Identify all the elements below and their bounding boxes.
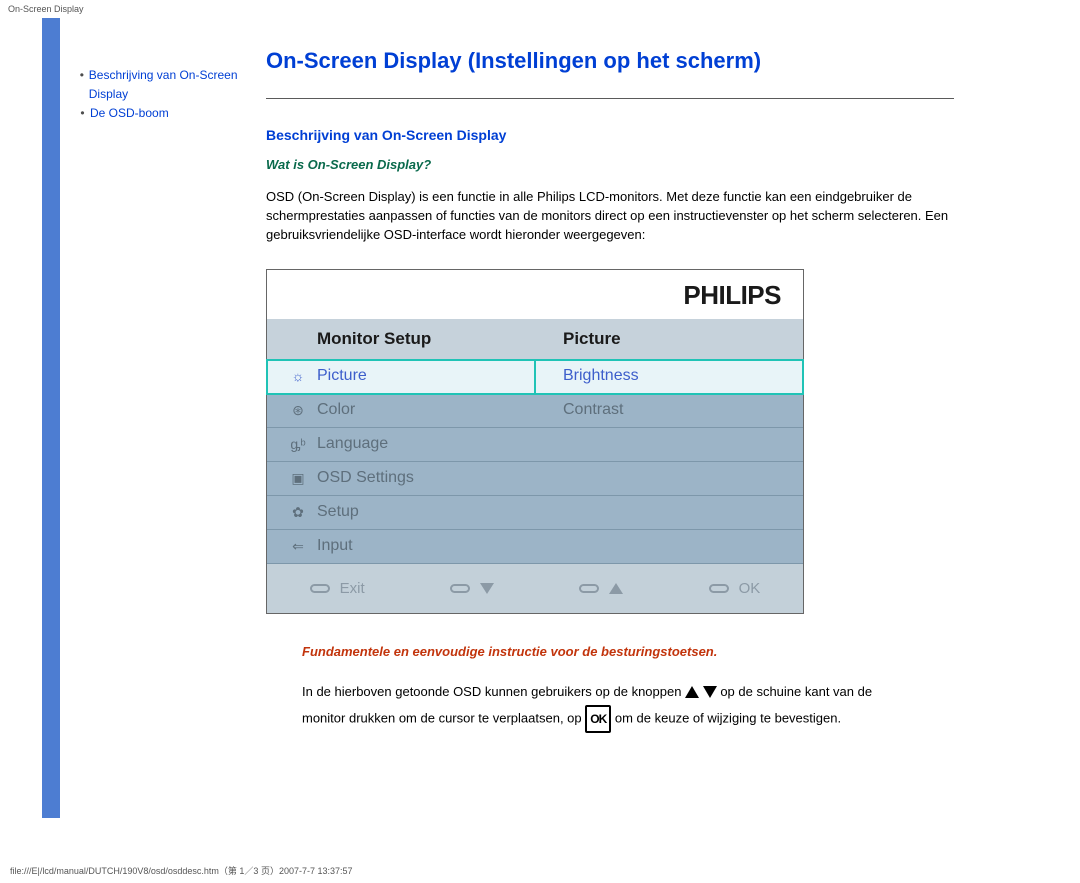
osd-sub-contrast[interactable]: Contrast [535, 394, 803, 428]
osd-menu-label: Input [317, 537, 353, 555]
osd-menu-setup[interactable]: ✿ Setup [267, 496, 535, 530]
osd-menu-label: Language [317, 435, 388, 453]
page-header-text: On-Screen Display [0, 0, 1080, 18]
divider [266, 98, 954, 99]
paragraph-1: OSD (On-Screen Display) is een functie i… [266, 188, 954, 245]
brightness-icon: ☼ [285, 368, 311, 384]
osd-left-column: Monitor Setup ☼ Picture ⊛ Color ᶃᵇ Langu… [267, 319, 535, 564]
instruction-line: Fundamentele en eenvoudige instructie vo… [302, 644, 954, 659]
osd-brand-bar: PHILIPS [267, 270, 803, 319]
philips-logo: PHILIPS [683, 280, 781, 310]
osd-footer: Exit OK [267, 564, 803, 613]
osd-menu-label: OSD Settings [317, 469, 414, 487]
triangle-up-icon [609, 583, 623, 594]
osd-menu-picture[interactable]: ☼ Picture [267, 360, 535, 394]
osd-sub-empty [535, 496, 803, 530]
osd-footer-down[interactable] [450, 583, 494, 594]
content: On-Screen Display (Instellingen op het s… [254, 18, 1014, 818]
main-wrap: • Beschrijving van On-Screen Display • D… [0, 18, 1080, 858]
osd-menu-input[interactable]: ⇐ Input [267, 530, 535, 564]
osd-menu-label: Setup [317, 503, 359, 521]
osd-menu-osdsettings[interactable]: ▣ OSD Settings [267, 462, 535, 496]
osd-footer-exit-label: Exit [340, 580, 365, 597]
language-icon: ᶃᵇ [285, 436, 311, 452]
color-icon: ⊛ [285, 402, 311, 419]
osd-menu-language[interactable]: ᶃᵇ Language [267, 428, 535, 462]
sidebar-item-osdtree[interactable]: • De OSD-boom [78, 104, 254, 123]
para2-part1: In de hierboven getoonde OSD kunnen gebr… [302, 684, 685, 699]
osd-sub-empty [535, 428, 803, 462]
pill-icon [579, 584, 599, 593]
section-heading: Beschrijving van On-Screen Display [266, 127, 954, 143]
ok-button-icon: OK [585, 705, 611, 733]
triangle-down-icon [703, 686, 717, 698]
osd-right-column: Picture Brightness Contrast [535, 319, 803, 564]
pill-icon [709, 584, 729, 593]
sidebar-link-osdtree[interactable]: De OSD-boom [90, 104, 169, 123]
osd-sub-empty [535, 462, 803, 496]
sidebar-item-description[interactable]: • Beschrijving van On-Screen Display [78, 66, 254, 104]
sidebar-link-description[interactable]: Beschrijving van On-Screen Display [89, 66, 254, 104]
osd-sub-label: Brightness [563, 367, 639, 385]
osd-menu-label: Color [317, 401, 355, 419]
footer-path: file:///E|/lcd/manual/DUTCH/190V8/osd/os… [0, 858, 1080, 883]
pill-icon [310, 584, 330, 593]
triangle-down-icon [480, 583, 494, 594]
osd-footer-ok[interactable]: OK [709, 580, 761, 597]
subheading: Wat is On-Screen Display? [266, 157, 954, 172]
input-icon: ⇐ [285, 538, 311, 555]
osd-footer-exit[interactable]: Exit [310, 580, 365, 597]
gear-icon: ✿ [285, 504, 311, 521]
pill-icon [450, 584, 470, 593]
triangle-up-icon [685, 686, 699, 698]
para2-part3: om de keuze of wijziging te bevestigen. [615, 710, 841, 725]
page-title: On-Screen Display (Instellingen op het s… [266, 48, 954, 74]
osd-sub-brightness[interactable]: Brightness [535, 360, 803, 394]
osd-footer-ok-label: OK [739, 580, 761, 597]
bullet-icon: • [78, 66, 89, 104]
sidebar: • Beschrijving van On-Screen Display • D… [78, 18, 254, 818]
osd-sub-label: Contrast [563, 401, 623, 419]
osd-right-header: Picture [535, 319, 803, 360]
screen-icon: ▣ [285, 470, 311, 487]
osd-sub-empty [535, 530, 803, 564]
paragraph-2: In de hierboven getoonde OSD kunnen gebr… [302, 679, 902, 733]
osd-menu-label: Picture [317, 367, 367, 385]
osd-footer-up[interactable] [579, 583, 623, 594]
left-blue-bar [42, 18, 60, 818]
osd-left-header: Monitor Setup [267, 319, 535, 360]
osd-screenshot: PHILIPS Monitor Setup ☼ Picture ⊛ Color … [266, 269, 804, 614]
osd-menu-color[interactable]: ⊛ Color [267, 394, 535, 428]
bullet-icon: • [78, 104, 90, 123]
